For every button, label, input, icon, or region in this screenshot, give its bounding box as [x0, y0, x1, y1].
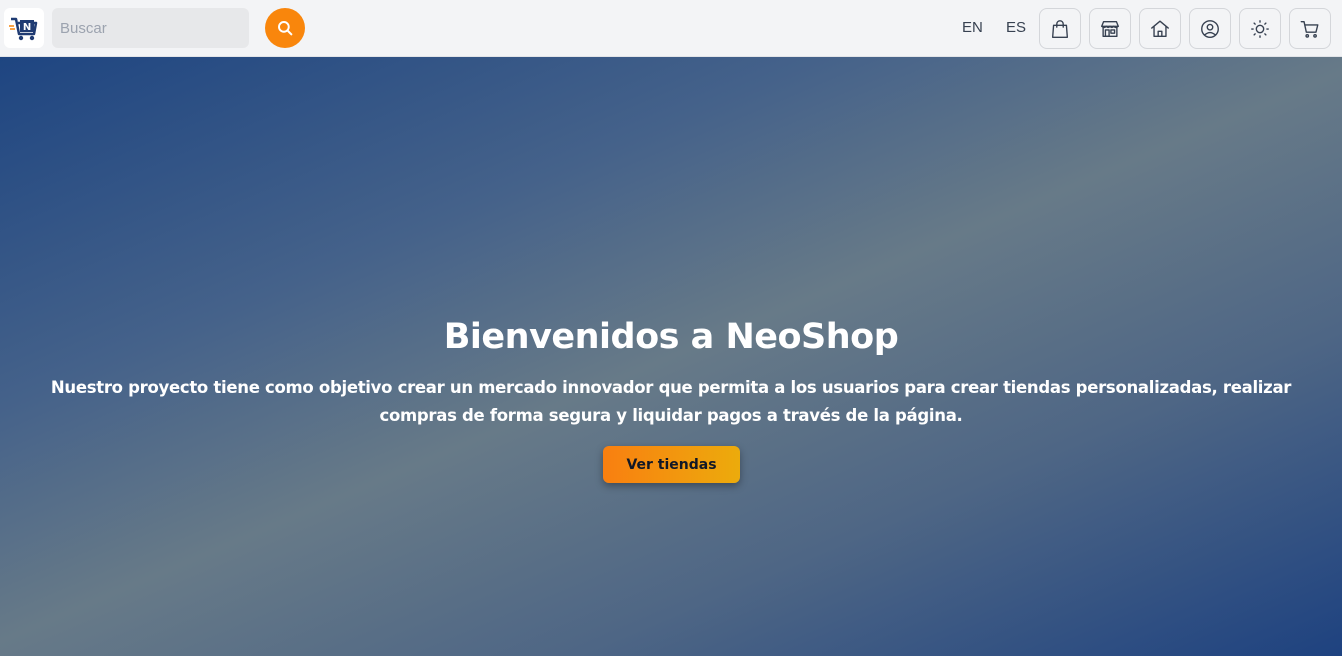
sun-icon	[1251, 19, 1269, 38]
cart-button[interactable]	[1289, 8, 1331, 49]
home-button[interactable]	[1139, 8, 1181, 49]
user-circle-icon	[1201, 19, 1219, 38]
shopping-bag-button[interactable]	[1039, 8, 1081, 49]
cart-icon	[1300, 20, 1319, 38]
account-button[interactable]	[1189, 8, 1231, 49]
svg-text:N: N	[23, 22, 31, 33]
hero-description: Nuestro proyecto tiene como objetivo cre…	[50, 378, 1292, 425]
search-icon	[278, 21, 293, 36]
home-icon	[1151, 20, 1169, 37]
hero-title: Bienvenidos a NeoShop	[443, 317, 899, 357]
search-button[interactable]	[265, 8, 305, 48]
hero-banner: Bienvenidos a NeoShop Nuestro proyecto t…	[0, 57, 1342, 656]
shopping-bag-icon	[1051, 19, 1069, 38]
theme-toggle-button[interactable]	[1239, 8, 1281, 49]
language-es-link[interactable]: ES	[1006, 19, 1026, 36]
top-navbar: N EN ES	[0, 0, 1342, 57]
neoshop-cart-logo-icon: N	[9, 17, 38, 41]
stores-button[interactable]	[1089, 8, 1131, 49]
neoshop-logo[interactable]: N	[4, 8, 44, 48]
search-input[interactable]	[52, 8, 249, 48]
view-stores-button[interactable]: Ver tiendas	[603, 446, 740, 483]
language-en-link[interactable]: EN	[962, 19, 983, 36]
store-icon	[1101, 20, 1119, 37]
